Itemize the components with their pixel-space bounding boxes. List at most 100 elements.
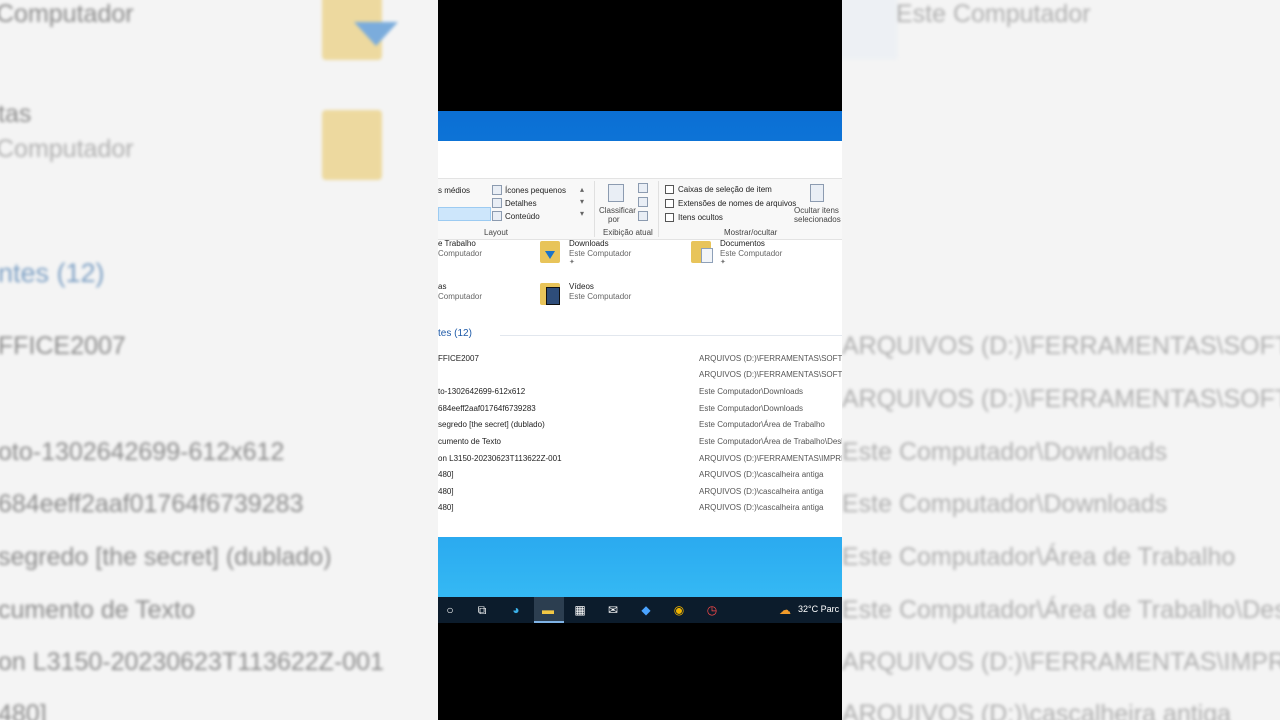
bg-text: ntes (12) [0, 258, 105, 288]
quick-access-downloads-name[interactable]: Downloads [569, 239, 609, 248]
pin-icon: ✦ [569, 259, 575, 266]
scroll-down-icon[interactable]: ▾ [580, 197, 584, 206]
quick-access-documents-sub: Este Computador [720, 249, 783, 258]
bg-text: on L3150-20230623T113622Z-001 [0, 648, 384, 676]
bg-text: Este Computador [896, 0, 1091, 28]
bg-text: 684eeff2aaf01764f6739283 [0, 490, 304, 518]
background-left-blur: Computador tas Computador ntes (12) FFIC… [0, 0, 438, 720]
bg-text: 480] [0, 700, 47, 720]
bg-text: Este Computador\Área de Trabalho\Desk [842, 596, 1280, 624]
file-explorer-icon[interactable]: ▬ [539, 601, 557, 619]
bg-text: ARQUIVOS (D:)\FERRAMENTAS\SOFTWA [842, 385, 1280, 413]
background-right-blur: Este Computador ARQUIVOS (D:)\FERRAMENTA… [842, 0, 1280, 720]
current-view-group-label: Exibição atual [603, 228, 653, 237]
item-checkboxes-label[interactable]: Caixas de seleção de item [678, 185, 772, 194]
store-icon[interactable]: ▦ [571, 601, 589, 619]
sort-by-button[interactable]: Classificar [599, 206, 636, 215]
bg-text: Computador [0, 135, 134, 163]
size-columns-icon[interactable] [638, 211, 648, 221]
weather-icon[interactable]: ☁ [776, 601, 794, 619]
video-frame: s médios Ícones pequenos Detalhes Conteú… [438, 0, 842, 720]
bg-text: ARQUIVOS (D:)\cascalheira antiga [842, 700, 1232, 720]
recent-row-name[interactable]: 684eeff2aaf01764f6739283 [438, 404, 536, 413]
recent-row-name[interactable]: cumento de Texto [438, 437, 501, 446]
quick-access-videos-sub: Este Computador [569, 292, 632, 301]
small-icons-icon [492, 185, 502, 195]
group-by-icon[interactable] [638, 183, 648, 193]
quick-access-desktop-name[interactable]: e Trabalho [438, 239, 476, 248]
bg-text: cumento de Texto [0, 596, 195, 624]
desktop: s médios Ícones pequenos Detalhes Conteú… [438, 111, 842, 623]
recent-row-name[interactable]: 480] [438, 503, 454, 512]
bg-text: segredo [the secret] (dublado) [0, 543, 332, 571]
quick-access-videos-name[interactable]: Vídeos [569, 282, 594, 291]
recent-divider [500, 335, 842, 336]
bg-download-icon [354, 22, 398, 46]
layout-option-small-icons[interactable]: Ícones pequenos [505, 186, 566, 195]
recent-row-name[interactable]: to-1302642699-612x612 [438, 387, 525, 396]
recent-row-name[interactable]: 480] [438, 487, 454, 496]
layout-option-details[interactable]: Detalhes [505, 199, 537, 208]
recent-row-path: Este Computador\Downloads [699, 404, 804, 413]
ribbon-separator [594, 181, 595, 237]
sort-by-icon [608, 184, 624, 202]
quick-access-downloads-sub: Este Computador [569, 249, 632, 258]
ribbon-separator [658, 181, 659, 237]
scroll-up-icon[interactable]: ▴ [580, 185, 584, 194]
bg-text: FFICE2007 [0, 332, 126, 360]
mail-icon[interactable]: ✉ [604, 601, 622, 619]
layout-option-medium-icons[interactable]: s médios [438, 186, 470, 195]
quick-access-images-name[interactable]: as [438, 282, 446, 291]
edge-icon[interactable]: ◕ [507, 601, 525, 619]
clock-app-icon[interactable]: ◷ [703, 601, 721, 619]
hide-selected-icon [810, 184, 824, 202]
bg-text: Computador [0, 0, 134, 28]
file-extensions-checkbox[interactable] [665, 199, 674, 208]
expand-icon[interactable]: ▾ [580, 209, 584, 218]
recent-row-path: ARQUIVOS (D:)\FERRAMENTAS\IMPRESS [699, 454, 842, 463]
bg-text: Este Computador\Downloads [842, 490, 1168, 518]
bg-text: Este Computador\Área de Trabalho [842, 543, 1236, 571]
file-extensions-label[interactable]: Extensões de nomes de arquivos [678, 199, 796, 208]
layout-option-content[interactable]: Conteúdo [505, 212, 540, 221]
hide-selected-button[interactable]: Ocultar itens [794, 206, 839, 215]
hidden-items-label[interactable]: Itens ocultos [678, 213, 723, 222]
task-view-icon[interactable]: ⧉ [473, 601, 491, 619]
hidden-items-checkbox[interactable] [665, 213, 674, 222]
recent-row-path: ARQUIVOS (D:)\FERRAMENTAS\SOFTWA [699, 370, 842, 379]
recent-row-path: ARQUIVOS (D:)\cascalheira antiga [699, 503, 824, 512]
recent-row-name[interactable]: FFICE2007 [438, 354, 479, 363]
details-icon [492, 198, 502, 208]
quick-access-documents-name[interactable]: Documentos [720, 239, 765, 248]
app-icon[interactable]: ◆ [637, 601, 655, 619]
bg-folder-icon [322, 110, 382, 180]
cortana-icon[interactable]: ○ [441, 601, 459, 619]
explorer-content: e Trabalho Computador Downloads Este Com… [438, 239, 842, 537]
recent-row-path: Este Computador\Área de Trabalho\Desk [699, 437, 842, 446]
bg-text: tas [0, 100, 32, 128]
add-columns-icon[interactable] [638, 197, 648, 207]
layout-group-label: Layout [484, 228, 509, 237]
recent-row-name[interactable]: segredo [the secret] (dublado) [438, 420, 545, 429]
bg-text: Este Computador\Downloads [842, 438, 1168, 466]
item-checkboxes-checkbox[interactable] [665, 185, 674, 194]
recent-files-header[interactable]: tes (12) [438, 328, 472, 339]
taskbar: ○ ⧉ ◕ ▬ ▦ ✉ ◆ ◉ ◷ ☁ 32°C Parc [438, 597, 842, 623]
quick-access-images-sub: Computador [438, 292, 483, 301]
download-arrow-icon [545, 251, 555, 259]
layout-selected-option[interactable] [438, 207, 491, 221]
file-explorer-window: s médios Ícones pequenos Detalhes Conteú… [438, 141, 842, 537]
pin-icon: ✦ [720, 259, 726, 266]
recent-row-path: ARQUIVOS (D:)\cascalheira antiga [699, 470, 824, 479]
bg-text: ARQUIVOS (D:)\FERRAMENTAS\IMPRESS [842, 648, 1280, 676]
recent-row-name[interactable]: 480] [438, 470, 454, 479]
chrome-icon[interactable]: ◉ [670, 601, 688, 619]
recent-row-name[interactable]: on L3150-20230623T113622Z-001 [438, 454, 562, 463]
recent-row-path: ARQUIVOS (D:)\FERRAMENTAS\SOFTWA [699, 354, 842, 363]
bg-text: oto-1302642699-612x612 [0, 438, 285, 466]
bg-text: ARQUIVOS (D:)\FERRAMENTAS\SOFTWA [842, 332, 1280, 360]
weather-text[interactable]: 32°C Parc [798, 604, 839, 614]
sort-by-button-line2[interactable]: por [608, 215, 620, 224]
hide-selected-button-line2[interactable]: selecionados [794, 215, 841, 224]
content-icon [492, 211, 502, 221]
